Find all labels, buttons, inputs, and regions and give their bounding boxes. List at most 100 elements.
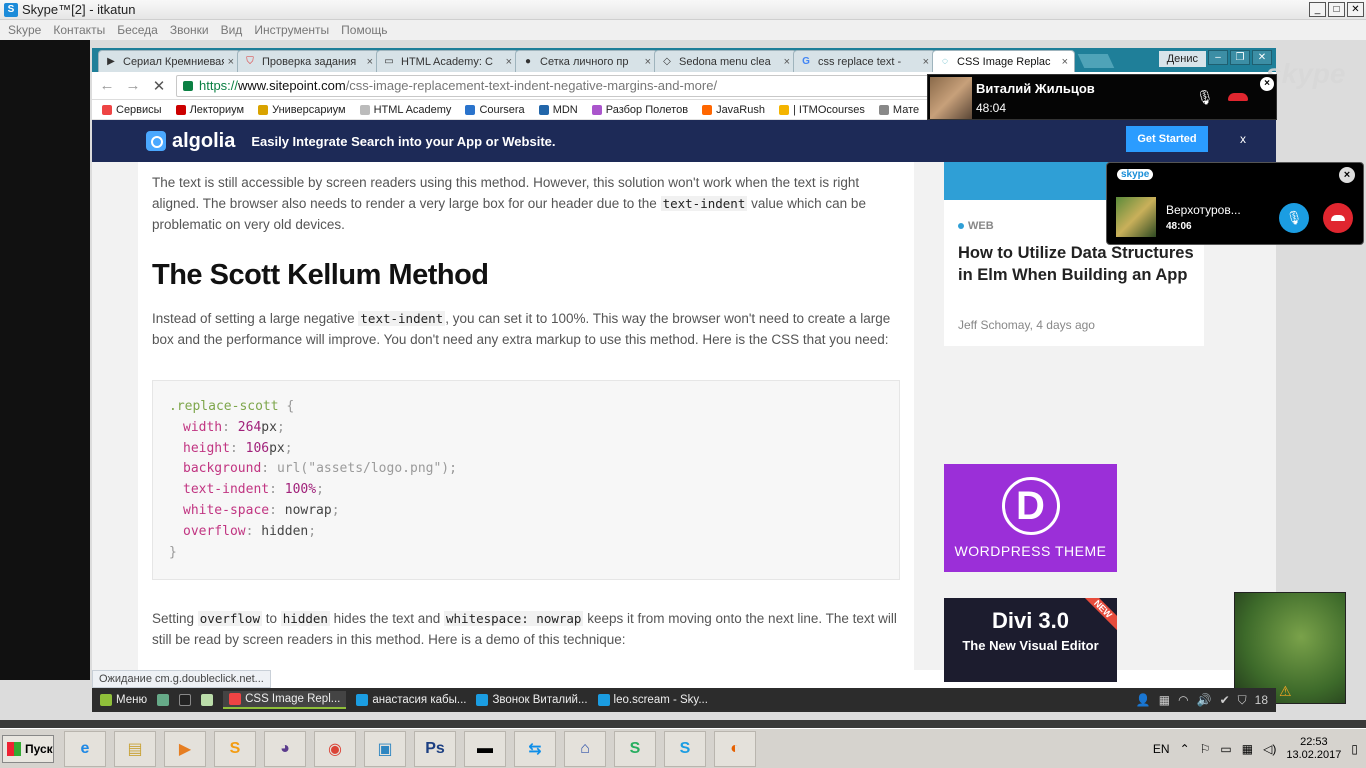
close-icon[interactable]: × [1062, 56, 1068, 68]
bookmark-math[interactable]: Мате [878, 104, 919, 116]
bookmark-htmlacademy[interactable]: HTML Academy [359, 104, 451, 116]
usb-icon[interactable]: ▭ [1220, 742, 1231, 756]
hangup-button[interactable] [1323, 203, 1353, 233]
divi-ad[interactable]: NEW Divi 3.0 The New Visual Editor [944, 598, 1117, 682]
window-title: Skype™[2] - itkatun [22, 2, 136, 17]
new-tab-button[interactable] [1077, 54, 1115, 68]
task-skype-main[interactable]: leo.scream - Sky... [597, 694, 708, 706]
volume-icon[interactable]: 🔊 [1197, 693, 1212, 707]
menu-skype[interactable]: Skype [8, 23, 41, 37]
folder-icon[interactable]: ▤ [114, 731, 156, 767]
teamviewer-icon[interactable]: ⇆ [514, 731, 556, 767]
menu-contacts[interactable]: Контакты [53, 23, 105, 37]
close-icon[interactable]: × [367, 56, 373, 68]
task-chrome[interactable]: CSS Image Repl... [223, 691, 347, 709]
close-icon[interactable]: × [923, 56, 929, 68]
call-duration: 48:06 [1166, 221, 1192, 232]
close-icon[interactable]: × [1339, 167, 1355, 183]
banner-close-button[interactable]: x [1240, 132, 1246, 146]
minimize-button[interactable]: _ [1309, 2, 1326, 17]
apps-icon [102, 104, 112, 115]
shield-icon[interactable]: ⛉ [1238, 693, 1247, 708]
clock[interactable]: 22:53 13.02.2017 [1286, 736, 1341, 762]
category-tag[interactable]: WEB [958, 220, 994, 232]
close-icon[interactable]: × [645, 56, 651, 68]
tab-7-active[interactable]: ◌ CSS Image Replac × [932, 50, 1075, 72]
language-indicator[interactable]: EN [1153, 742, 1170, 756]
browser-restore-button[interactable]: ❐ [1230, 50, 1250, 65]
menu-tools[interactable]: Инструменты [254, 23, 329, 37]
menu-conversation[interactable]: Беседа [117, 23, 158, 37]
tab-2[interactable]: ⛉ Проверка задания × [237, 50, 380, 72]
get-started-button[interactable]: Get Started [1126, 126, 1208, 152]
bookmark-apps[interactable]: Сервисы [102, 104, 162, 116]
microphone-icon[interactable]: 🎙 [1196, 89, 1214, 106]
microphone-button[interactable]: 🎙 [1279, 203, 1309, 233]
remote-taskbar: Меню CSS Image Repl... анастасия кабы...… [92, 688, 1276, 712]
bookmark-itmo[interactable]: | ITMOcourses [778, 104, 865, 116]
task-skype-chat[interactable]: анастасия кабы... [356, 694, 466, 706]
bookmark-universarium[interactable]: Универсариум [258, 104, 346, 116]
menu-view[interactable]: Вид [221, 23, 243, 37]
desktop-icon[interactable] [157, 694, 170, 706]
tab-5[interactable]: ◇ Sedona menu clea × [654, 50, 797, 72]
bookmark-mdn[interactable]: MDN [538, 104, 578, 116]
volume-icon[interactable]: ◁) [1263, 742, 1276, 756]
card-title[interactable]: How to Utilize Data Structures in Elm Wh… [958, 242, 1198, 286]
wordpress-theme-ad[interactable]: D WORDPRESS THEME [944, 464, 1117, 572]
start-button[interactable]: Пуск [2, 735, 54, 763]
chrome-icon[interactable]: ◉ [314, 731, 356, 767]
terminal-icon[interactable]: ▬ [464, 731, 506, 767]
user-icon[interactable]: 👤 [1136, 693, 1151, 707]
network-icon[interactable]: ⚐ [1200, 742, 1211, 756]
remote-tray: 👤 ▦ ◠ 🔊 ✔ ⛉ 18 [1136, 693, 1276, 708]
tab-1[interactable]: ▶ Сериал Кремниевая × [98, 50, 241, 72]
menu-calls[interactable]: Звонки [170, 23, 209, 37]
folder-icon[interactable] [201, 694, 214, 706]
sublime-icon[interactable]: S [214, 731, 256, 767]
close-icon[interactable]: × [1260, 77, 1274, 91]
close-button[interactable]: ✕ [1347, 2, 1364, 17]
tab-strip: ▶ Сериал Кремниевая × ⛉ Проверка задания × ▭… [92, 48, 1276, 72]
bookmark-razbor[interactable]: Разбор Полетов [591, 104, 688, 116]
stop-icon[interactable]: ✕ [150, 77, 168, 95]
tab-3[interactable]: ▭ HTML Academy: C × [376, 50, 519, 72]
tab-6[interactable]: Gcss replace text - × [793, 50, 936, 72]
menu-help[interactable]: Помощь [341, 23, 387, 37]
image-icon[interactable]: ▣ [364, 731, 406, 767]
back-icon[interactable]: ← [98, 77, 116, 94]
close-icon[interactable]: × [228, 56, 234, 68]
browser-minimize-button[interactable]: – [1208, 50, 1228, 65]
profile-chip[interactable]: Денис [1158, 51, 1206, 67]
algolia-logo[interactable]: algolia [146, 130, 235, 153]
mint-menu-button[interactable]: Меню [100, 694, 147, 706]
firefox-icon[interactable]: ◐ [714, 731, 756, 767]
bookmark-coursera[interactable]: Coursera [465, 104, 525, 116]
wifi-icon[interactable]: ◠ [1178, 693, 1188, 707]
hangup-button[interactable] [1228, 93, 1248, 101]
maximize-button[interactable]: □ [1328, 2, 1345, 17]
close-icon[interactable]: × [784, 56, 790, 68]
remote-icon[interactable]: ⌂ [564, 731, 606, 767]
bookmark-javarush[interactable]: JavaRush [702, 104, 765, 116]
flag-icon[interactable]: ▦ [1159, 693, 1170, 707]
expand-tray-icon[interactable]: ⌃ [1180, 742, 1190, 756]
forward-icon[interactable]: → [124, 77, 142, 94]
code-block: .replace-scott { width: 264px; height: 1… [152, 380, 900, 581]
ie-icon[interactable]: e [64, 731, 106, 767]
tab-4[interactable]: ● Сетка личного пр × [515, 50, 658, 72]
terminal-icon[interactable] [179, 694, 192, 706]
address-bar[interactable]: https://www.sitepoint.com/css-image-repl… [176, 74, 936, 97]
cat-icon[interactable]: ◕ [264, 731, 306, 767]
photoshop-icon[interactable]: Ps [414, 731, 456, 767]
close-icon[interactable]: × [506, 56, 512, 68]
task-skype-call[interactable]: Звонок Виталий... [476, 694, 588, 706]
rocket-icon [258, 104, 269, 115]
s-app-icon[interactable]: S [614, 731, 656, 767]
display-icon[interactable]: ▦ [1242, 742, 1253, 756]
update-icon[interactable]: ✔ [1220, 693, 1230, 707]
show-desktop-icon[interactable]: ▯ [1351, 742, 1358, 756]
media-icon[interactable]: ▶ [164, 731, 206, 767]
bookmark-lectorium[interactable]: Лекториум [175, 104, 244, 116]
skype-icon[interactable]: S [664, 731, 706, 767]
